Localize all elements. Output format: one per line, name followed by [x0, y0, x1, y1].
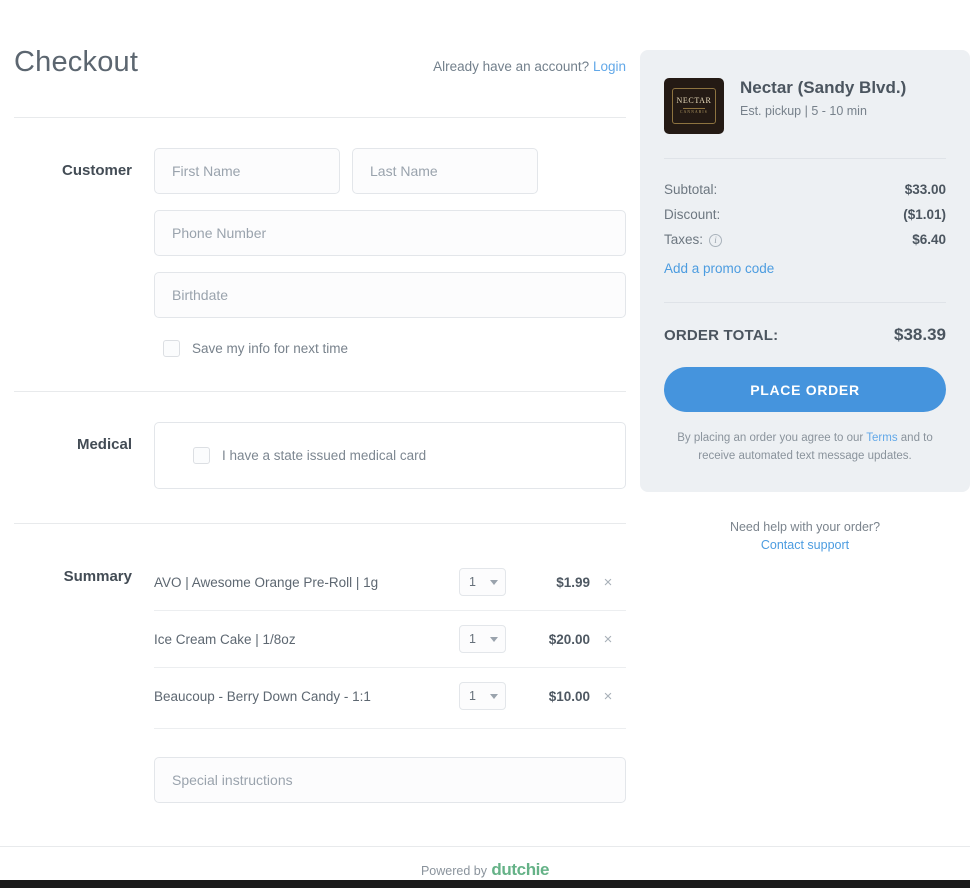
birthdate-input[interactable]: Birthdate	[154, 272, 626, 318]
store-logo-divider	[683, 107, 705, 109]
summary-items-divider	[154, 728, 626, 729]
account-prompt: Already have an account? Login	[433, 59, 626, 74]
panel-divider-top	[664, 158, 946, 159]
login-link[interactable]: Login	[593, 59, 626, 74]
medical-card-box[interactable]: I have a state issued medical card	[154, 422, 626, 489]
page-header: Checkout Already have an account? Login	[14, 0, 626, 79]
medical-section-body: I have a state issued medical card	[154, 422, 626, 489]
medical-card-label: I have a state issued medical card	[222, 448, 427, 463]
panel-divider-bottom	[664, 302, 946, 303]
medical-section-label: Medical	[76, 436, 132, 453]
quantity-value: 1	[469, 575, 476, 589]
subtotal-value: $33.00	[904, 182, 946, 197]
taxes-row: Taxes: i $6.40	[664, 227, 946, 252]
chevron-down-icon	[490, 693, 498, 699]
item-price: $10.00	[548, 688, 590, 704]
summary-section: Summary AVO | Awesome Orange Pre-Roll | …	[14, 524, 626, 819]
phone-number-input[interactable]: Phone Number	[154, 210, 626, 256]
store-logo-icon: NECTAR CANNABIS	[664, 78, 724, 134]
quantity-value: 1	[469, 632, 476, 646]
page-title: Checkout	[14, 46, 139, 78]
store-info: Nectar (Sandy Blvd.) Est. pickup | 5 - 1…	[740, 78, 906, 118]
bottom-bar	[0, 880, 970, 888]
summary-section-body: AVO | Awesome Orange Pre-Roll | 1g 1 $1.…	[154, 554, 626, 819]
order-total-value: $38.39	[894, 325, 946, 344]
customer-section: Customer First Name Last Name Phone Numb…	[14, 118, 626, 357]
save-info-row[interactable]: Save my info for next time	[154, 334, 626, 357]
remove-item-icon[interactable]: ×	[590, 575, 626, 590]
table-row: AVO | Awesome Orange Pre-Roll | 1g 1 $1.…	[154, 554, 626, 611]
order-total-row: ORDER TOTAL: $38.39	[664, 321, 946, 345]
item-name: Ice Cream Cake | 1/8oz	[154, 631, 296, 647]
quantity-value: 1	[469, 689, 476, 703]
medical-card-checkbox[interactable]	[193, 447, 210, 464]
item-price: $20.00	[548, 631, 590, 647]
store-logo-emblem: NECTAR CANNABIS	[672, 88, 716, 124]
item-name: AVO | Awesome Orange Pre-Roll | 1g	[154, 574, 379, 590]
order-panel: NECTAR CANNABIS Nectar (Sandy Blvd.) Est…	[640, 50, 970, 492]
subtotal-label: Subtotal:	[664, 182, 718, 197]
chevron-down-icon	[490, 579, 498, 585]
contact-support-link[interactable]: Contact support	[761, 538, 849, 552]
discount-value: ($1.01)	[903, 207, 946, 222]
page-footer: Powered by dutchie	[0, 846, 970, 880]
terms-disclaimer: By placing an order you agree to our Ter…	[664, 430, 946, 466]
summary-items: AVO | Awesome Orange Pre-Roll | 1g 1 $1.…	[154, 554, 626, 724]
quantity-select[interactable]: 1	[459, 625, 506, 653]
dutchie-logo: dutchie	[491, 860, 550, 879]
medical-card-row[interactable]: I have a state issued medical card	[175, 447, 605, 464]
chevron-down-icon	[490, 636, 498, 642]
customer-section-body: First Name Last Name Phone Number Birthd…	[154, 148, 626, 357]
taxes-label-group: Taxes: i	[664, 232, 723, 247]
remove-item-icon[interactable]: ×	[590, 689, 626, 704]
taxes-label: Taxes:	[664, 232, 704, 247]
store-logo-line1: NECTAR	[676, 96, 712, 106]
checkout-page: Checkout Already have an account? Login …	[0, 0, 970, 888]
last-name-input[interactable]: Last Name	[352, 148, 538, 194]
summary-section-label: Summary	[63, 568, 132, 585]
add-promo-code-link[interactable]: Add a promo code	[664, 252, 774, 276]
table-row: Ice Cream Cake | 1/8oz 1 $20.00 ×	[154, 611, 626, 668]
info-icon[interactable]: i	[709, 233, 723, 247]
terms-text-before: By placing an order you agree to our	[677, 432, 864, 444]
store-logo-line2: CANNABIS	[680, 110, 708, 115]
medical-section: Medical I have a state issued medical ca…	[14, 392, 626, 489]
name-row: First Name Last Name	[154, 148, 626, 210]
order-total-label: ORDER TOTAL:	[664, 326, 779, 344]
order-summary-column: NECTAR CANNABIS Nectar (Sandy Blvd.) Est…	[640, 0, 970, 554]
save-info-checkbox[interactable]	[163, 340, 180, 357]
store-name: Nectar (Sandy Blvd.)	[740, 78, 907, 97]
store-header: NECTAR CANNABIS Nectar (Sandy Blvd.) Est…	[664, 78, 946, 134]
discount-label: Discount:	[664, 207, 721, 222]
quantity-select[interactable]: 1	[459, 568, 506, 596]
save-info-label: Save my info for next time	[192, 341, 349, 356]
support-question: Need help with your order?	[729, 519, 881, 534]
account-prompt-text: Already have an account?	[433, 59, 590, 74]
special-instructions-input[interactable]: Special instructions	[154, 757, 626, 803]
terms-link[interactable]: Terms	[866, 432, 897, 444]
item-price: $1.99	[556, 574, 590, 590]
place-order-button[interactable]: PLACE ORDER	[664, 367, 946, 412]
table-row: Beaucoup - Berry Down Candy - 1:1 1 $10.…	[154, 668, 626, 724]
subtotal-row: Subtotal: $33.00	[664, 177, 946, 202]
customer-section-label: Customer	[61, 162, 132, 179]
first-name-input[interactable]: First Name	[154, 148, 340, 194]
item-name: Beaucoup - Berry Down Candy - 1:1	[154, 688, 371, 704]
taxes-value: $6.40	[912, 232, 946, 247]
store-pickup-estimate: Est. pickup | 5 - 10 min	[740, 104, 867, 119]
quantity-select[interactable]: 1	[459, 682, 506, 710]
support-block: Need help with your order? Contact suppo…	[640, 518, 970, 554]
powered-by-text: Powered by	[420, 864, 487, 878]
discount-row: Discount: ($1.01)	[664, 202, 946, 227]
checkout-form-column: Checkout Already have an account? Login …	[0, 0, 640, 819]
page-layout: Checkout Already have an account? Login …	[0, 0, 970, 819]
remove-item-icon[interactable]: ×	[590, 632, 626, 647]
